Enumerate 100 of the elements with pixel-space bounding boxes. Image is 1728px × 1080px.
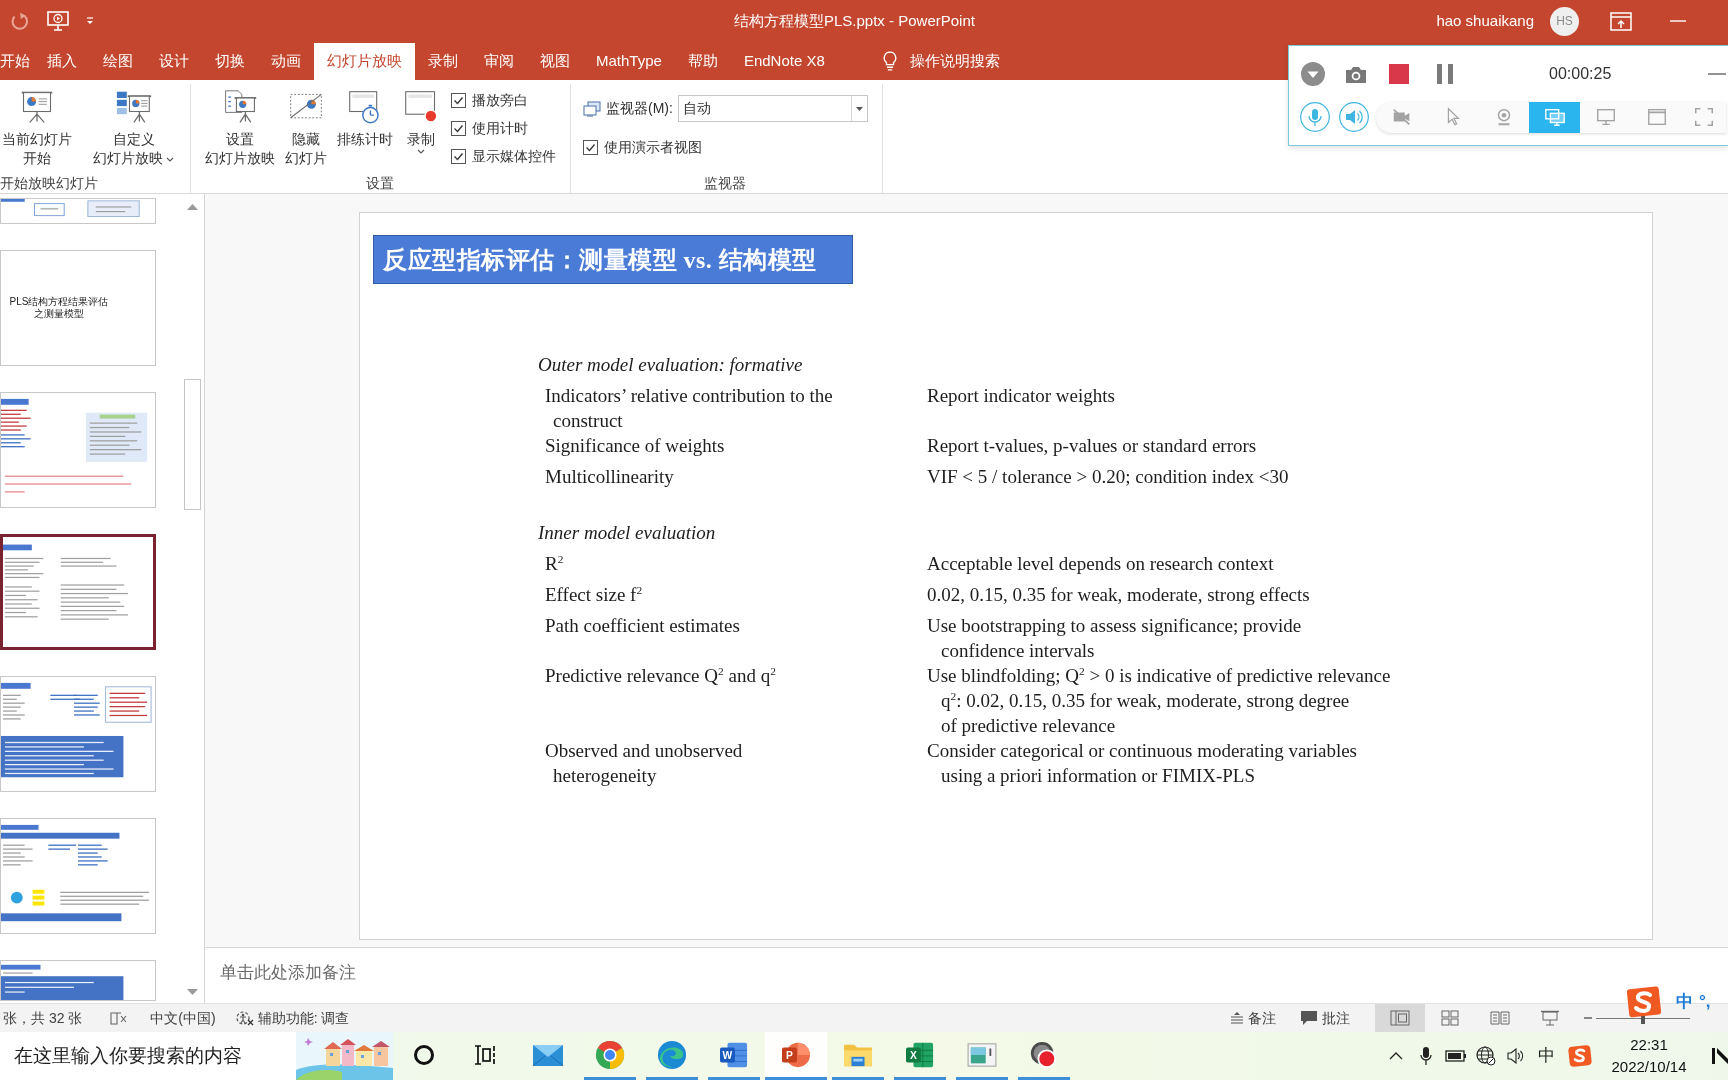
customize-caret-icon[interactable] — [86, 17, 94, 25]
ime-logo-icon[interactable] — [1625, 985, 1662, 1019]
guideline-text: 0.02, 0.15, 0.35 for weak, moderate, strong effects — [927, 583, 1311, 607]
accessibility-icon — [235, 1010, 254, 1026]
from-current-slide-button[interactable]: 当前幻灯片 开始 — [0, 84, 74, 173]
checkbox-label[interactable]: 显示媒体控件 — [472, 145, 556, 167]
ribbon-tab[interactable]: 切换 — [202, 43, 258, 80]
microphone-icon[interactable] — [1420, 1046, 1432, 1066]
checkbox[interactable] — [451, 92, 466, 108]
normal-view-icon — [1390, 1010, 1410, 1026]
group-label: 监视器 — [703, 174, 748, 193]
list-easel-icon — [222, 89, 258, 125]
criterion-text: Effect size f$^{2}$ — [545, 583, 644, 607]
ribbon-tab[interactable]: 视图 — [527, 43, 583, 80]
screens-icon — [1543, 106, 1566, 128]
monitor-icon — [1594, 106, 1617, 128]
redo-icon[interactable] — [10, 11, 30, 31]
screen-record-icon — [403, 89, 439, 125]
ribbon-tab[interactable]: 绘图 — [90, 43, 146, 80]
search-field[interactable]: 在这里输入你要搜索的内容 — [0, 1032, 296, 1080]
checkbox[interactable] — [583, 139, 598, 155]
checkbox[interactable] — [451, 120, 466, 136]
ribbon-display-icon[interactable] — [1610, 11, 1632, 31]
recording-time: 00:00:25 — [1549, 64, 1612, 84]
scrollbar-thumb[interactable] — [184, 379, 201, 510]
camera-off-icon — [1390, 106, 1413, 128]
criterion-text: Multicollinearity — [545, 465, 675, 489]
slideshow-start-icon[interactable] — [46, 10, 70, 32]
monitor-select[interactable]: 自动 — [677, 95, 868, 122]
criterion-text: Path coefficient estimates — [545, 614, 741, 638]
ribbon-tab[interactable]: 审阅 — [471, 43, 527, 80]
accessibility-status[interactable]: 辅助功能: 调查 — [235, 1007, 350, 1029]
book-check-icon[interactable] — [110, 1010, 129, 1026]
ime-tray-icon[interactable] — [1568, 1045, 1592, 1067]
slide-thumbnail[interactable] — [0, 534, 156, 650]
ribbon-tab[interactable]: 动画 — [258, 43, 314, 80]
ribbon-tab[interactable]: 录制 — [415, 43, 471, 80]
globe-icon[interactable] — [1476, 1046, 1496, 1066]
ribbon-tab[interactable]: 插入 — [34, 43, 90, 80]
notes-icon — [1230, 1012, 1244, 1024]
ribbon-tab[interactable]: 开始 — [0, 43, 34, 80]
region-select-icon — [1693, 106, 1715, 128]
pause-icon[interactable] — [1437, 64, 1453, 84]
speaker-icon[interactable] — [1507, 1048, 1525, 1064]
rehearse-timings-button[interactable]: 排练计时 — [335, 84, 395, 173]
record-button[interactable]: 录制 — [401, 84, 441, 173]
record-app-icon — [1029, 1039, 1059, 1070]
slideshow-view-icon — [1540, 1010, 1560, 1026]
comment-icon — [1300, 1010, 1318, 1026]
guideline-text: Report t-values, p-values or standard errors — [927, 434, 1258, 458]
view-button[interactable] — [1375, 1004, 1425, 1032]
checkbox-label[interactable]: 使用计时 — [472, 117, 528, 139]
camera-icon[interactable] — [1345, 64, 1367, 84]
guideline-text: Consider categorical or continuous moderating variables using a priori information or FIMIX-PLS — [927, 739, 1358, 788]
monitor-label: 监视器(M): — [606, 99, 673, 118]
notification-icon[interactable] — [1711, 1045, 1728, 1067]
slide-count: 张，共 32 张 — [3, 1008, 83, 1028]
easel-chart-icon — [19, 89, 55, 125]
checkbox-label[interactable]: 播放旁白 — [472, 89, 528, 111]
custom-slide-show-button[interactable]: 自定义 幻灯片放映 — [91, 84, 176, 173]
guideline-text: Use bootstrapping to assess significance; provide confidence intervals — [927, 614, 1303, 663]
notes-button[interactable]: 备注 — [1230, 1007, 1276, 1029]
section-heading: Inner model evaluation — [538, 521, 717, 545]
section-heading: Outer model evaluation: formative — [538, 353, 804, 377]
collapse-icon[interactable] — [1301, 62, 1325, 86]
slide-title: 反应型指标评估：测量模型 vs. 结构模型 — [373, 235, 853, 284]
window-title: 结构方程模型PLS.pptx - PowerPoint — [734, 10, 975, 31]
hide-slide-button[interactable]: 隐藏 幻灯片 — [283, 84, 329, 173]
group-label: 设置 — [364, 174, 395, 193]
clock-date[interactable]: 2022/10/14 — [1603, 1056, 1695, 1078]
chevron-up-icon[interactable] — [1389, 1052, 1403, 1060]
taskbar-app-button[interactable]: P — [765, 1032, 827, 1080]
capture-mode-button[interactable] — [1529, 101, 1580, 133]
criterion-text: Indicators’ relative contribution to the construct — [545, 384, 834, 433]
comments-button[interactable]: 批注 — [1300, 1007, 1350, 1029]
group-label: 开始放映幻灯片 — [0, 174, 99, 193]
tell-me-search[interactable]: 操作说明搜索 — [881, 42, 1000, 80]
ribbon-tab[interactable]: 幻灯片放映 — [314, 43, 415, 80]
language-status[interactable]: 中文(中国) — [150, 1007, 216, 1029]
slide-sorter-icon — [1440, 1010, 1460, 1026]
checkbox-label[interactable]: 使用演示者视图 — [604, 136, 702, 158]
criterion-text: Significance of weights — [545, 434, 726, 458]
ribbon-tab[interactable]: 设计 — [146, 43, 202, 80]
ime-indicator[interactable]: 中 — [1537, 1043, 1555, 1069]
guideline-text: Acceptable level depends on research context — [927, 552, 1275, 576]
task-view-icon — [474, 1043, 498, 1066]
guideline-text: VIF < 5 / tolerance > 0.20; condition index <30 — [927, 465, 1290, 489]
ribbon-tab[interactable]: MathType — [583, 43, 675, 80]
window-icon — [1645, 106, 1668, 128]
battery-icon[interactable] — [1445, 1050, 1467, 1062]
set-up-slide-show-button[interactable]: 设置 幻灯片放映 — [203, 84, 277, 173]
ribbon-tab[interactable]: 帮助 — [674, 43, 731, 80]
checkbox[interactable] — [451, 148, 466, 164]
ribbon-tab[interactable]: EndNote X8 — [730, 43, 838, 80]
criterion-text: Observed and unobserved heterogeneity — [545, 739, 744, 788]
criterion-text: Predictive relevance Q$^{2}$ and q$^{2}$ — [545, 664, 777, 688]
clock-time[interactable]: 22:31 — [1603, 1034, 1695, 1056]
chrome-icon — [595, 1039, 625, 1070]
user-name: hao shuaikang — [1436, 10, 1534, 31]
slides-easel-icon — [115, 89, 152, 125]
